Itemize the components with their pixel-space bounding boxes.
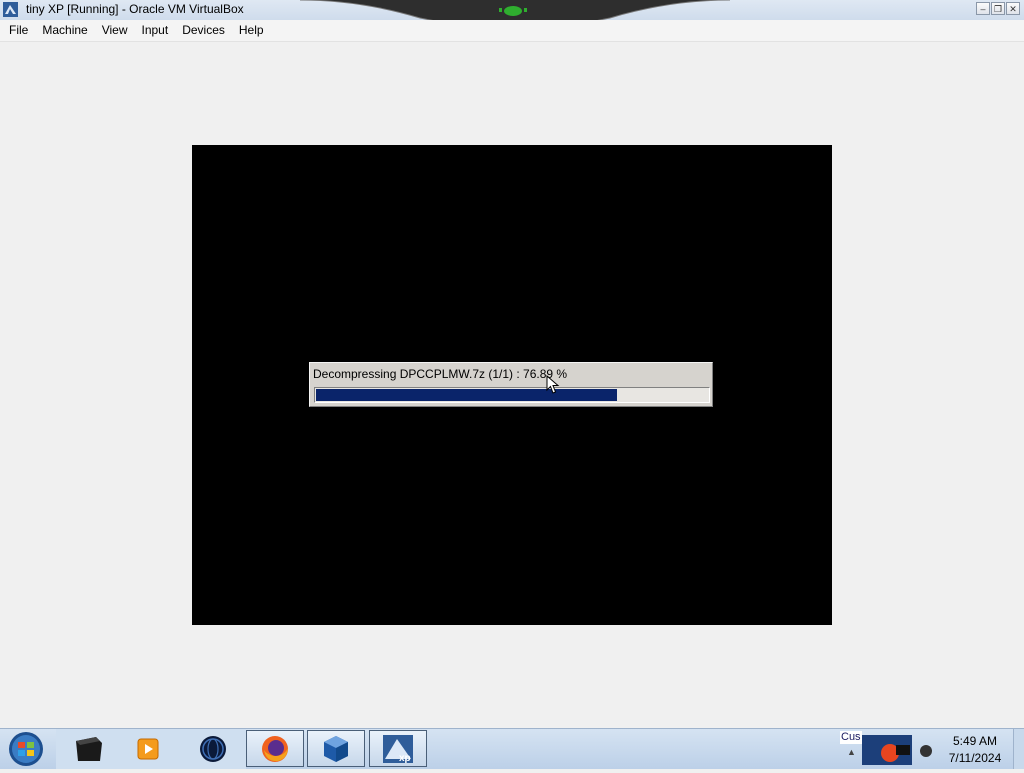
clock-time[interactable]: 5:49 AM xyxy=(935,734,1015,748)
menu-devices[interactable]: Devices xyxy=(175,20,232,41)
start-button[interactable] xyxy=(4,730,48,768)
system-tray: Cus ▲ 5:49 AM 7/11/2024 xyxy=(840,729,1024,769)
progress-fill xyxy=(316,389,617,401)
decompress-progress-bar xyxy=(314,387,710,403)
virtualbox-icon xyxy=(324,735,348,762)
terminal-launcher[interactable] xyxy=(70,732,106,766)
start-orb-icon xyxy=(9,732,43,766)
quick-launch xyxy=(56,729,246,769)
taskbar-virtualbox[interactable] xyxy=(307,730,365,767)
svg-text:xp: xp xyxy=(399,753,411,764)
volume-icon[interactable] xyxy=(920,745,932,757)
taskbar-firefox[interactable] xyxy=(246,730,304,767)
menu-input[interactable]: Input xyxy=(135,20,176,41)
vm-display[interactable]: Decompressing DPCCPLMW.7z (1/1) : 76.89 … xyxy=(192,145,832,625)
menu-bar: File Machine View Input Devices Help xyxy=(0,20,1024,42)
restore-button[interactable]: ❐ xyxy=(991,2,1005,15)
tray-notification-text: Cus xyxy=(840,731,862,744)
window-title: tiny XP [Running] - Oracle VM VirtualBox xyxy=(26,2,244,16)
display-icon[interactable] xyxy=(896,745,910,755)
media-player-icon xyxy=(137,738,159,760)
virtualbox-app-icon xyxy=(3,2,18,17)
terminal-icon xyxy=(76,737,102,761)
tray-expand-icon[interactable]: ▲ xyxy=(847,747,856,757)
menu-view[interactable]: View xyxy=(95,20,135,41)
title-bar[interactable]: tiny XP [Running] - Oracle VM VirtualBox… xyxy=(0,0,1024,29)
menu-machine[interactable]: Machine xyxy=(35,20,94,41)
firefox-icon xyxy=(262,735,288,762)
taskbar-tiny-xp[interactable]: xp xyxy=(369,730,427,767)
tiny-xp-icon: xp xyxy=(383,734,413,764)
window-controls: – ❐ ✕ xyxy=(976,2,1020,15)
close-button[interactable]: ✕ xyxy=(1006,2,1020,15)
taskbar: xp Cus ▲ 5:49 AM 7/11/2024 xyxy=(0,728,1024,769)
minimize-button[interactable]: – xyxy=(976,2,990,15)
globe-launcher[interactable] xyxy=(195,732,231,766)
mouse-cursor-icon xyxy=(546,375,560,394)
menu-file[interactable]: File xyxy=(2,20,35,41)
show-desktop-button[interactable] xyxy=(1013,729,1024,769)
menu-help[interactable]: Help xyxy=(232,20,271,41)
media-player-launcher[interactable] xyxy=(130,732,166,766)
decompress-dialog: Decompressing DPCCPLMW.7z (1/1) : 76.89 … xyxy=(309,362,713,407)
globe-icon xyxy=(200,736,226,762)
clock-date[interactable]: 7/11/2024 xyxy=(935,751,1015,765)
decompress-message: Decompressing DPCCPLMW.7z (1/1) : 76.89 … xyxy=(313,367,568,381)
